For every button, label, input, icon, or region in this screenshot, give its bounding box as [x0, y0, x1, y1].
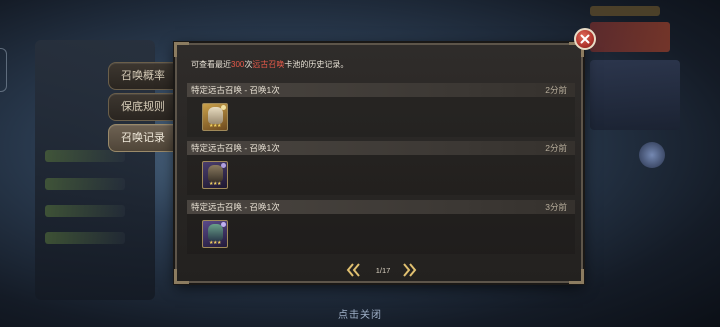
hero-portrait [208, 224, 223, 241]
tap-to-close-label[interactable]: 点击关闭 [0, 306, 720, 321]
record-row: ★★★ [187, 214, 575, 254]
background-event-banner [590, 22, 670, 52]
page-indicator: 1/17 [375, 266, 391, 275]
hero-card-icon[interactable]: ★★★ [202, 161, 228, 189]
background-menu-row [45, 232, 125, 244]
record-header: 特定远古召唤 - 召唤1次 3分前 [187, 200, 575, 214]
tab-summon-history[interactable]: 召唤记录 [108, 124, 177, 152]
close-icon [580, 34, 590, 44]
summon-history-panel: 可查看最近300次远古召唤卡池的历史记录。 特定远古召唤 - 召唤1次 2分前 … [174, 42, 584, 284]
side-drawer-handle [0, 48, 7, 92]
record-time: 3分前 [545, 202, 567, 212]
info-suffix: 卡池的历史记录。 [284, 60, 349, 69]
hero-element-badge-icon [221, 222, 226, 227]
background-hero-panel [590, 60, 680, 130]
record-row: ★★★ [187, 155, 575, 195]
record-title: 特定远古召唤 - 召唤1次 [191, 202, 280, 212]
hero-stars: ★★★ [209, 240, 221, 246]
record-time: 2分前 [545, 85, 567, 95]
background-menu-row [45, 150, 125, 162]
record-title: 特定远古召唤 - 召唤1次 [191, 143, 280, 153]
record-header: 特定远古召唤 - 召唤1次 2分前 [187, 141, 575, 155]
hero-card-icon[interactable]: ★★★ [202, 103, 228, 131]
background-currency-bar [590, 6, 660, 16]
hero-portrait [208, 107, 223, 124]
panel-corner-ornament [174, 42, 189, 57]
hero-element-badge-icon [221, 105, 226, 110]
hero-stars: ★★★ [209, 181, 221, 187]
info-count: 300 [231, 60, 245, 69]
prev-page-icon[interactable] [345, 263, 361, 277]
close-button[interactable] [574, 28, 596, 50]
hero-card-icon[interactable]: ★★★ [202, 220, 228, 248]
record-header: 特定远古召唤 - 召唤1次 2分前 [187, 83, 575, 97]
hero-stars: ★★★ [209, 123, 221, 129]
hero-element-badge-icon [221, 163, 226, 168]
next-page-icon[interactable] [402, 263, 418, 277]
history-info-text: 可查看最近300次远古召唤卡池的历史记录。 [191, 59, 348, 70]
record-title: 特定远古召唤 - 召唤1次 [191, 85, 280, 95]
record-row: ★★★ [187, 97, 575, 137]
background-orb-icon [639, 142, 665, 168]
info-prefix: 可查看最近 [191, 60, 231, 69]
background-menu-row [45, 205, 125, 217]
tab-pity-rules[interactable]: 保底规则 [108, 93, 177, 121]
tab-summon-probability[interactable]: 召唤概率 [108, 62, 177, 90]
record-time: 2分前 [545, 143, 567, 153]
background-menu-row [45, 178, 125, 190]
info-pool-name: 远古召唤 [252, 60, 285, 69]
hero-portrait [208, 165, 223, 182]
pagination: 1/17 [177, 263, 581, 279]
